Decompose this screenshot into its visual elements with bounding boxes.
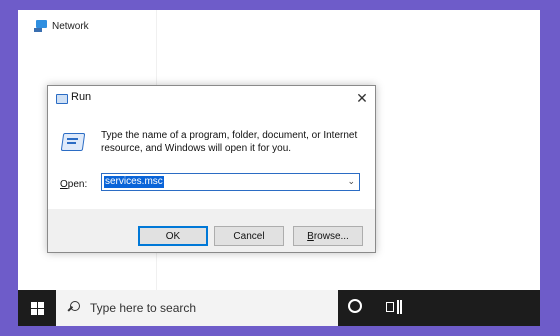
- ok-button[interactable]: OK: [138, 226, 208, 246]
- run-icon: [56, 94, 68, 104]
- taskbar: Type here to search: [18, 290, 540, 326]
- cortana-icon[interactable]: [348, 299, 362, 313]
- network-label: Network: [52, 20, 89, 32]
- cancel-button[interactable]: Cancel: [214, 226, 284, 246]
- close-icon: ✕: [356, 89, 368, 106]
- dialog-title: Run: [71, 91, 92, 103]
- start-button[interactable]: [18, 290, 56, 326]
- desktop: Network Run ✕ Type the name of a program…: [18, 10, 540, 326]
- close-button[interactable]: ✕: [349, 86, 375, 110]
- search-icon: [66, 299, 84, 317]
- windows-logo-icon: [30, 301, 44, 315]
- network-desktop-icon[interactable]: Network: [34, 20, 89, 32]
- search-placeholder: Type here to search: [90, 301, 197, 315]
- title-bar[interactable]: Run ✕: [48, 86, 375, 110]
- network-icon: [34, 20, 48, 32]
- browse-button[interactable]: Browse...: [293, 226, 363, 246]
- button-area: OK Cancel Browse...: [48, 209, 375, 252]
- task-view-icon[interactable]: [386, 300, 402, 316]
- browse-text: rowse...: [313, 230, 349, 242]
- dialog-description: Type the name of a program, folder, docu…: [101, 130, 358, 154]
- browse-accesskey: B: [307, 230, 314, 242]
- open-combobox[interactable]: services.msc ⌄: [101, 173, 360, 191]
- open-input[interactable]: services.msc: [104, 176, 164, 188]
- run-program-icon: [60, 133, 86, 151]
- taskbar-search[interactable]: Type here to search: [56, 290, 338, 326]
- dropdown-arrow-icon[interactable]: ⌄: [347, 176, 355, 187]
- open-label-text: pen:: [67, 179, 88, 190]
- run-dialog: Run ✕ Type the name of a program, folder…: [47, 85, 376, 253]
- open-label-accesskey: O: [60, 179, 68, 190]
- open-label: Open:: [60, 179, 87, 190]
